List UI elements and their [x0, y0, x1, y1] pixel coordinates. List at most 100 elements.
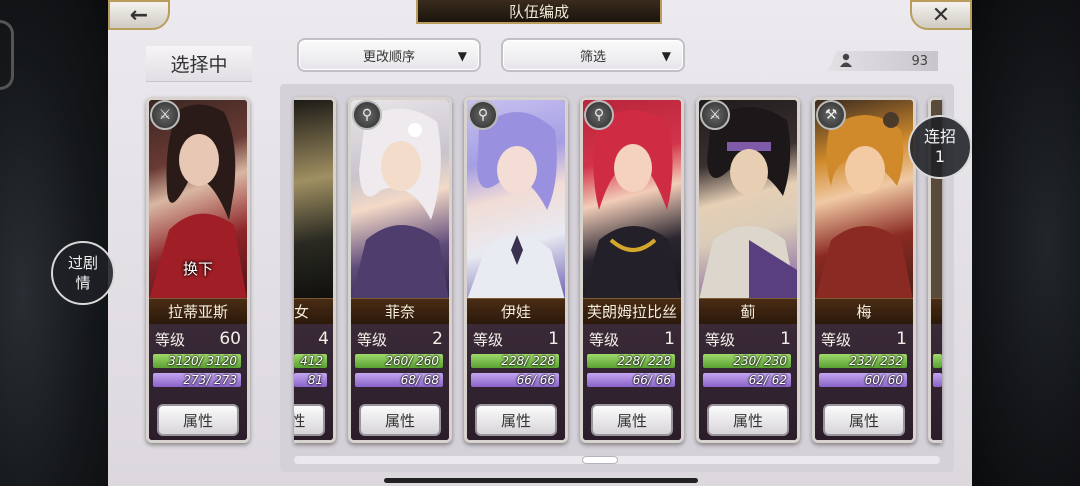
- mp-bar: 68/ 68: [355, 373, 443, 387]
- character-stats: [931, 324, 942, 440]
- character-card-partial[interactable]: 女 4 412 81 属性: [294, 97, 336, 443]
- mp-bar: 273/ 273: [153, 373, 241, 387]
- level-value: 1: [664, 329, 675, 349]
- roster-scroll-thumb[interactable]: [582, 456, 618, 464]
- chevron-down-icon: ▼: [661, 49, 671, 63]
- sword-icon: ⚔: [700, 100, 730, 130]
- name-plate-decoration: [931, 298, 942, 324]
- level-value: 4: [318, 329, 329, 349]
- character-name: 女: [294, 298, 333, 324]
- character-stats: 等级 1 228/ 228 66/ 66 属性: [467, 324, 565, 440]
- close-button[interactable]: ✕: [910, 0, 972, 30]
- staff-icon: ⚲: [352, 100, 382, 130]
- level-value: 1: [780, 329, 791, 349]
- level-label: 等级: [155, 330, 186, 349]
- hp-bar: 228/ 228: [587, 354, 675, 368]
- level-row: 等级 60: [155, 328, 241, 350]
- filter-dropdown[interactable]: 筛选 ▼: [501, 38, 685, 72]
- change-order-dropdown[interactable]: 更改顺序 ▼: [297, 38, 481, 72]
- character-card-eva[interactable]: ⚲ 伊娃 等级 1 228/ 228 66/ 66 属性: [464, 97, 568, 443]
- page-title: 队伍编成: [416, 0, 662, 24]
- mp-bar: 60/ 60: [819, 373, 907, 387]
- level-row: 等级 1: [589, 328, 675, 350]
- character-stats: 等级 1 230/ 230 62/ 62 属性: [699, 324, 797, 440]
- character-stats: 4 412 81 属性: [294, 324, 333, 440]
- character-portrait: [351, 100, 449, 300]
- character-card-flamerabis[interactable]: ⚲ 芙朗姆拉比丝 等级 1 228/ 228 66/ 66 属性: [580, 97, 684, 443]
- level-label: 等级: [705, 330, 736, 349]
- level-row: 等级 1: [473, 328, 559, 350]
- staff-icon: ⚲: [468, 100, 498, 130]
- swap-out-label[interactable]: 换下: [183, 258, 213, 279]
- skip-story-button[interactable]: 过剧情: [51, 241, 115, 305]
- unit-count-value: 93: [911, 53, 928, 69]
- hp-bar: 232/ 232: [819, 354, 907, 368]
- mp-bar: 66/ 66: [471, 373, 559, 387]
- level-label: 等级: [589, 330, 620, 349]
- character-portrait: [815, 100, 913, 300]
- close-icon: ✕: [931, 2, 951, 28]
- character-portrait: [294, 100, 333, 300]
- hp-bar: 228/ 228: [471, 354, 559, 368]
- level-row: 4: [294, 328, 329, 350]
- character-portrait: [467, 100, 565, 300]
- hp-bar: [933, 354, 942, 368]
- filter-label: 筛选: [579, 49, 606, 65]
- character-card-feina[interactable]: ⚲ 菲奈 等级 2 260/ 260 68/ 68 属性: [348, 97, 452, 443]
- selected-character-card[interactable]: ⚔ 换下 拉蒂亚斯 等级 60 3120/ 3120 273/ 273 属性: [146, 97, 250, 443]
- character-stats: 等级 1 228/ 228 66/ 66 属性: [583, 324, 681, 440]
- character-portrait: [699, 100, 797, 300]
- mp-bar: [933, 373, 942, 387]
- level-row: 等级 1: [821, 328, 907, 350]
- hp-bar: 3120/ 3120: [153, 354, 241, 368]
- hp-bar: 412: [294, 354, 327, 368]
- level-label: 等级: [473, 330, 504, 349]
- character-name: 菲奈: [351, 298, 449, 324]
- attributes-button[interactable]: 属性: [157, 404, 239, 436]
- staff-icon: ⚲: [584, 100, 614, 130]
- level-label: 等级: [821, 330, 852, 349]
- combo-button[interactable]: 连招 1: [908, 115, 972, 179]
- character-name: 拉蒂亚斯: [149, 298, 247, 324]
- attributes-button[interactable]: 属性: [359, 404, 441, 436]
- attributes-button[interactable]: 属性: [591, 404, 673, 436]
- character-stats: 等级 2 260/ 260 68/ 68 属性: [351, 324, 449, 440]
- hp-bar: 260/ 260: [355, 354, 443, 368]
- attributes-button[interactable]: 属性: [294, 404, 325, 436]
- character-stats: 等级 1 232/ 232 60/ 60 属性: [815, 324, 913, 440]
- mp-bar: 81: [294, 373, 327, 387]
- attributes-button[interactable]: 属性: [707, 404, 789, 436]
- mp-bar: 62/ 62: [703, 373, 791, 387]
- home-indicator[interactable]: [384, 478, 698, 483]
- level-value: 1: [896, 329, 907, 349]
- level-value: 60: [219, 329, 241, 349]
- character-card-azami[interactable]: ⚔ 蓟 等级 1 230/ 230 62/ 62 属性: [696, 97, 800, 443]
- sword-icon: ⚔: [150, 100, 180, 130]
- mp-bar: 66/ 66: [587, 373, 675, 387]
- hp-bar: 230/ 230: [703, 354, 791, 368]
- level-value: 2: [432, 329, 443, 349]
- change-order-label: 更改顺序: [362, 49, 415, 65]
- person-icon: [840, 53, 852, 71]
- selecting-label: 选择中: [146, 46, 252, 82]
- hammer-icon: ⚒: [816, 100, 846, 130]
- level-label: 等级: [357, 330, 388, 349]
- chevron-down-icon: ▼: [457, 49, 467, 63]
- character-name: 伊娃: [467, 298, 565, 324]
- back-arrow-icon: ←: [129, 2, 149, 28]
- edge-handle-icon: [0, 20, 14, 90]
- level-row: 等级 2: [357, 328, 443, 350]
- attributes-button[interactable]: 属性: [823, 404, 905, 436]
- character-stats: 等级 60 3120/ 3120 273/ 273 属性: [149, 324, 247, 440]
- level-row: 等级 1: [705, 328, 791, 350]
- attributes-label: 属性: [294, 410, 306, 431]
- unit-count-badge: 93: [828, 51, 938, 71]
- character-name: 芙朗姆拉比丝: [583, 298, 681, 324]
- character-portrait: [583, 100, 681, 300]
- level-value: 1: [548, 329, 559, 349]
- character-name: 蓟: [699, 298, 797, 324]
- attributes-button[interactable]: 属性: [475, 404, 557, 436]
- background-right: [970, 0, 1080, 486]
- back-button[interactable]: ←: [108, 0, 170, 30]
- character-card-mei[interactable]: ⚒ 梅 等级 1 232/ 232 60/ 60 属性: [812, 97, 916, 443]
